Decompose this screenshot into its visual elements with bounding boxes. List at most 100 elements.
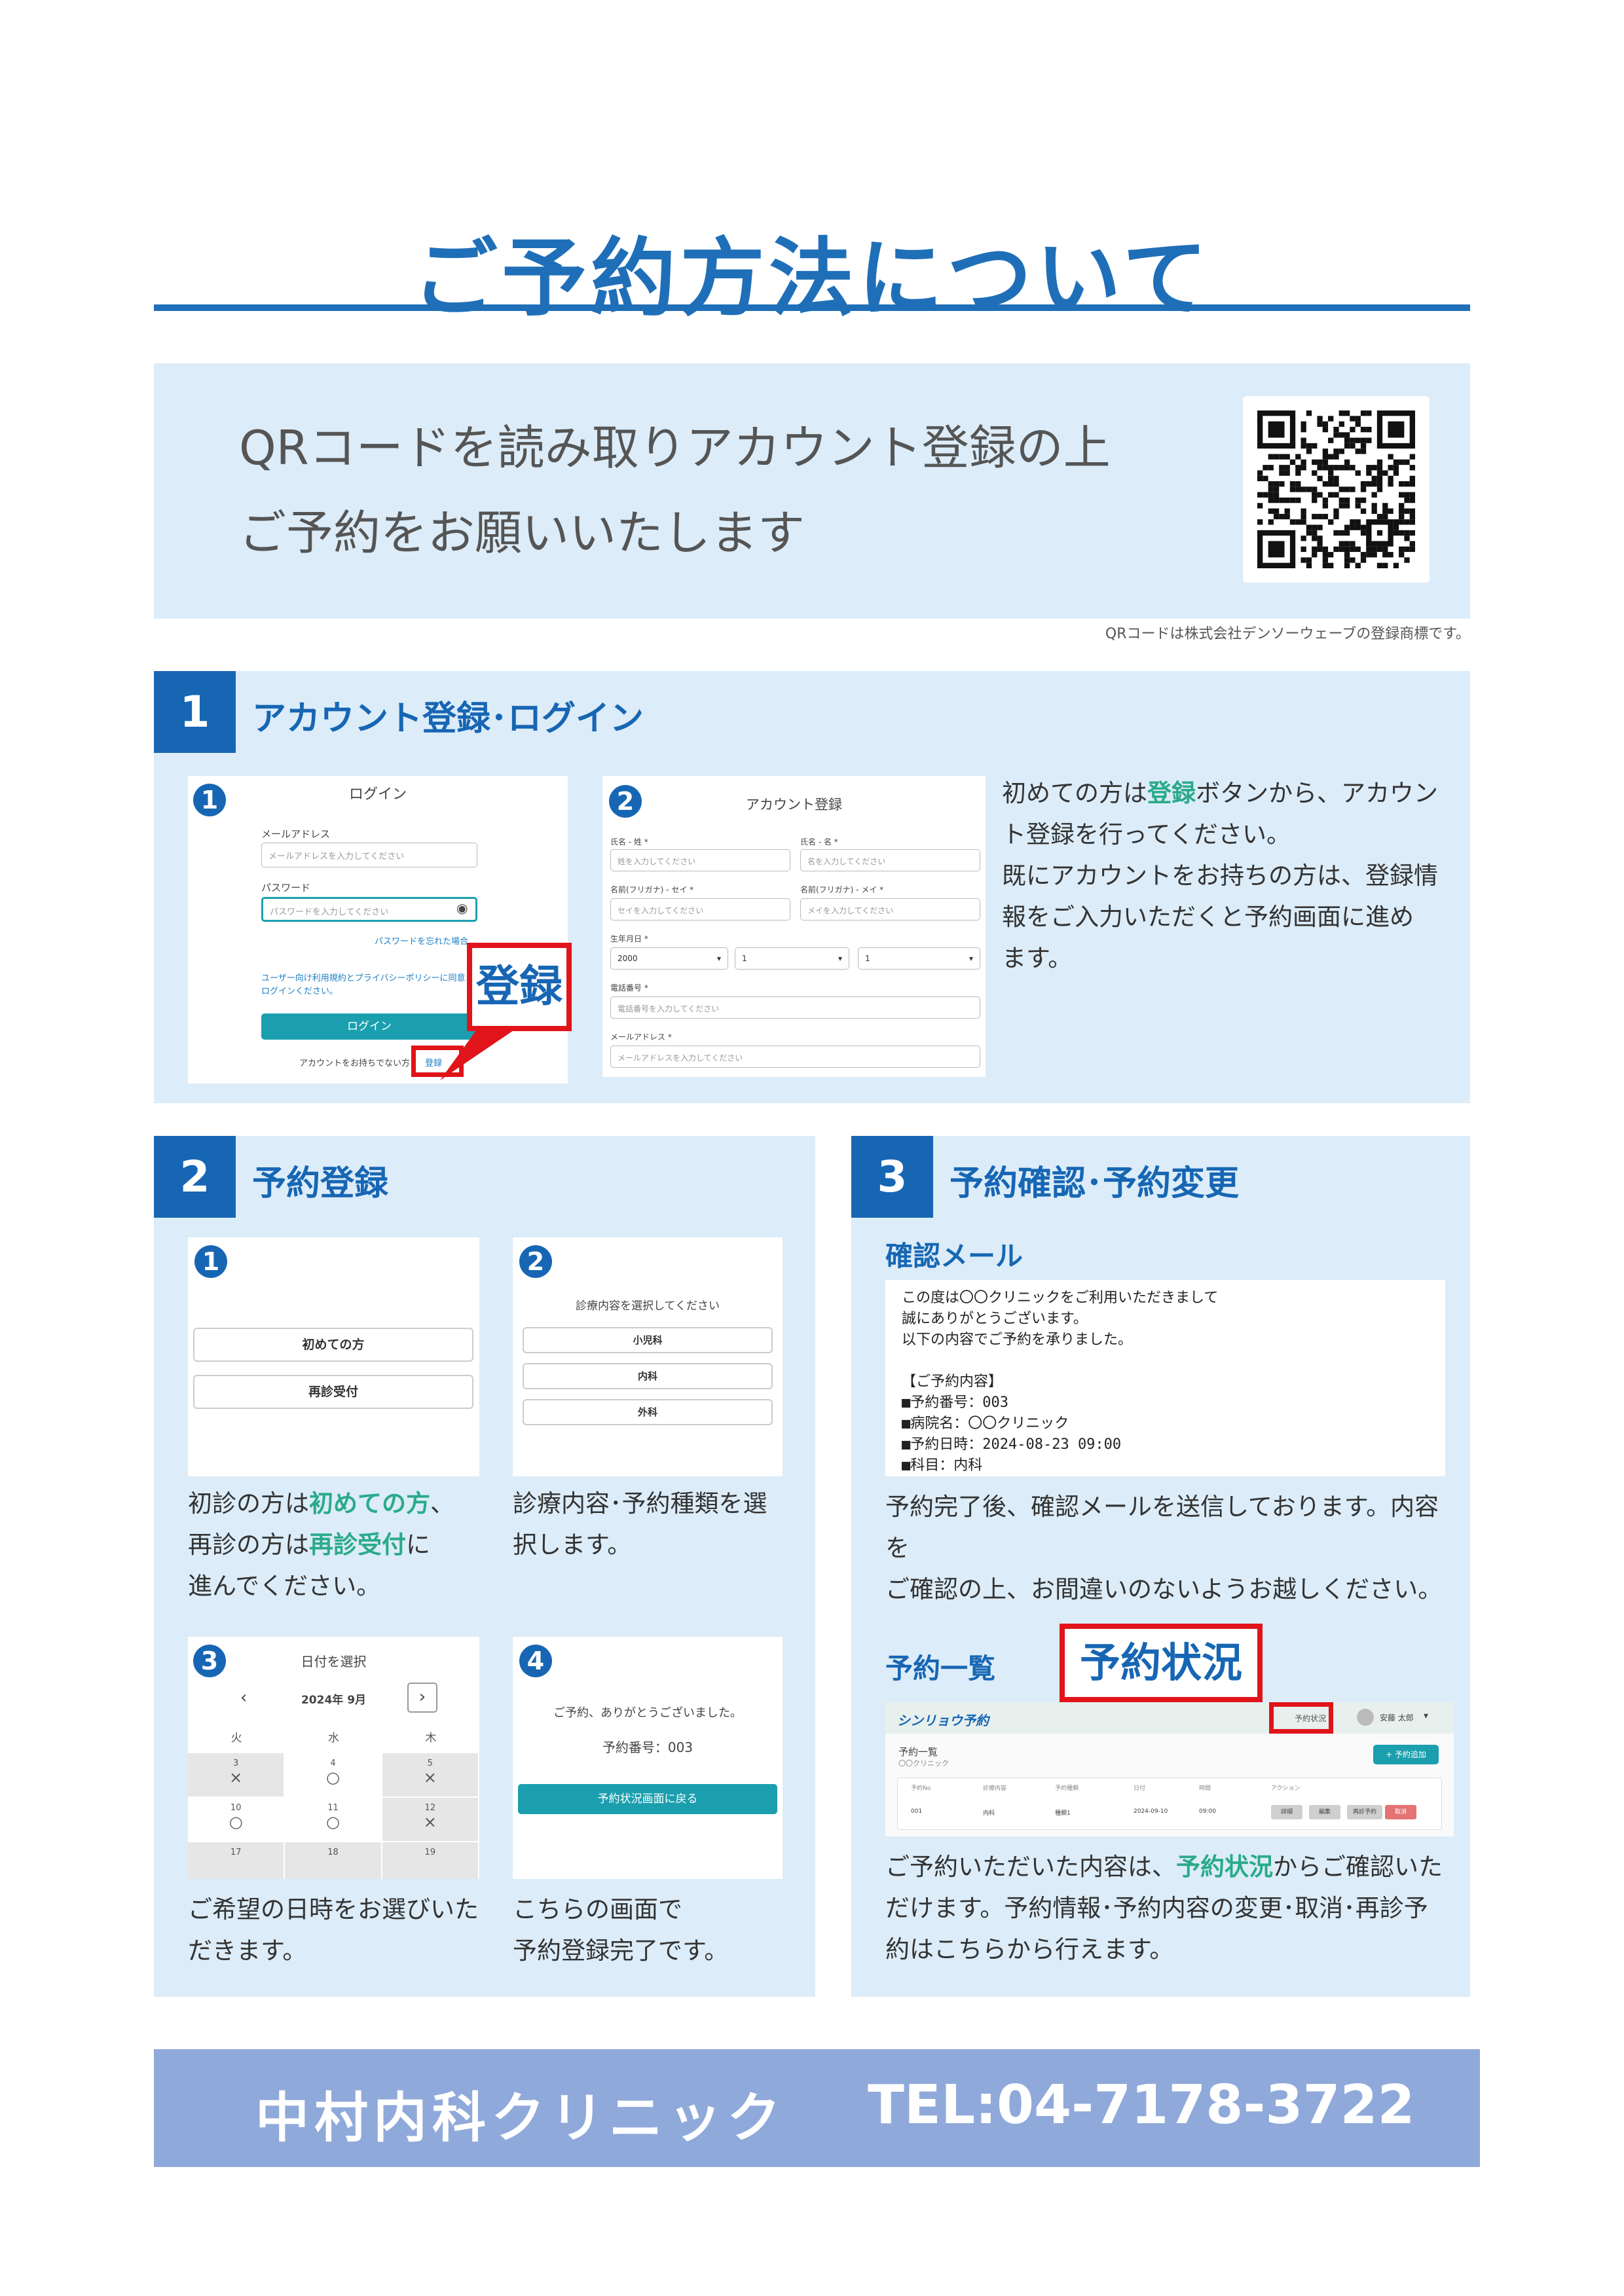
day-number: 11 xyxy=(327,1803,339,1813)
email-line: この度は〇〇クリニックをご利用いただきまして xyxy=(902,1290,1219,1306)
section-number: 2 xyxy=(154,1136,236,1218)
calendar-day[interactable]: 11 ○ xyxy=(285,1798,381,1841)
highlight: 初めての方 xyxy=(309,1489,430,1518)
calendar-day[interactable]: 12 × xyxy=(382,1798,478,1841)
day-number: 10 xyxy=(230,1803,242,1813)
qr-instruction-line2: ご予約をお願いいたします xyxy=(239,505,805,560)
calendar-day[interactable]: 17 xyxy=(188,1842,284,1879)
column-header: 時間 xyxy=(1199,1785,1211,1792)
text: 初診の方は xyxy=(188,1489,309,1518)
list-title: 予約一覧 xyxy=(898,1746,938,1758)
pediatrics-option[interactable]: 小児科 xyxy=(523,1327,773,1353)
text: に xyxy=(406,1531,430,1559)
step-marker: 2 xyxy=(519,1245,552,1278)
text-line: 再診の方は再診受付に xyxy=(188,1524,483,1565)
section-title: 予約確認･予約変更 xyxy=(950,1164,1240,1203)
step2-text: 診療内容･予約種類を選 択します。 xyxy=(513,1483,801,1565)
thanks-text: ご予約、ありがとうございました。 xyxy=(553,1706,742,1720)
text-line: ご確認の上、お間違いのないようお越しください。 xyxy=(885,1575,1443,1603)
weekday-label: 水 xyxy=(327,1732,339,1745)
email-line: 以下の内容でご予約を承りました。 xyxy=(902,1332,1133,1348)
status-callout: 予約状況 xyxy=(1060,1624,1263,1702)
qr-instruction-line1: QRコードを読み取りアカウント登録の上 xyxy=(239,420,1111,475)
row-action-button[interactable]: 再診予約 xyxy=(1347,1805,1382,1819)
text-line: 予約完了後、確認メールを送信しております。内容を xyxy=(885,1493,1439,1562)
day-number: 19 xyxy=(424,1848,436,1857)
calendar-day[interactable]: 10 ○ xyxy=(188,1798,284,1841)
desc-highlight: 登録 xyxy=(1147,779,1196,807)
qr-trademark-note: QRコードは株式会社デンソーウェーブの登録商標です。 xyxy=(1105,626,1470,642)
availability-mark: × xyxy=(423,1813,437,1831)
calendar-day[interactable]: 18 xyxy=(285,1842,381,1879)
email-line xyxy=(902,1351,1429,1372)
user-menu[interactable]: 安藤 太郎 xyxy=(1380,1712,1414,1723)
surgery-option[interactable]: 外科 xyxy=(523,1399,773,1425)
status-highlight xyxy=(1269,1702,1333,1734)
text: ご予約いただいた内容は、 xyxy=(885,1853,1176,1881)
column-header: 予約No xyxy=(911,1785,931,1792)
page-title: ご予約方法について xyxy=(412,228,1212,328)
desc-line: ト登録を行ってください。 xyxy=(1002,820,1291,848)
table-cell: 001 xyxy=(911,1808,923,1815)
column-header: 診療内容 xyxy=(983,1785,1007,1792)
availability-mark: ○ xyxy=(229,1813,243,1831)
row-action-button[interactable]: 取消 xyxy=(1385,1805,1416,1819)
text-line: だきます。 xyxy=(188,1937,307,1965)
telephone[interactable]: TEL:04-7178-3722 xyxy=(868,2074,1415,2136)
step-marker: 4 xyxy=(519,1645,552,1677)
desc-line: 既にアカウントをお持ちの方は、登録情 xyxy=(1002,862,1438,890)
step4-screenshot: 4 ご予約、ありがとうございました。 予約番号：003 予約状況画面に戻る xyxy=(513,1637,783,1879)
text-line: 初診の方は初めての方、 xyxy=(188,1483,483,1524)
list-description: ご予約いただいた内容は、予約状況からご確認いた だけます。予約情報･予約内容の変… xyxy=(885,1846,1462,1970)
text: 再診の方は xyxy=(188,1531,309,1559)
table-row[interactable]: 001 内科 種類1 2024-09-10 09:00 詳細 編集 再診予約 取消 xyxy=(898,1803,1443,1823)
back-to-status-button[interactable]: 予約状況画面に戻る xyxy=(518,1784,777,1814)
step4-text: こちらの画面で 予約登録完了です。 xyxy=(513,1889,801,1971)
calendar-day[interactable]: 19 xyxy=(382,1842,478,1879)
first-visit-button[interactable]: 初めての方 xyxy=(193,1328,473,1362)
reservation-number: 予約番号：003 xyxy=(602,1740,693,1755)
confirmation-email: この度は〇〇クリニックをご利用いただきまして 誠にありがとうございます。以下の内容… xyxy=(885,1280,1445,1476)
step3-screenshot: 3 日付を選択 ‹ 2024年 9月 › 火水木 3 × 4 ○ 5 × 10 ○ 11 ○ 12 × 1… xyxy=(188,1637,479,1879)
department-heading: 診療内容を選択してください xyxy=(576,1300,720,1313)
email-line: 【ご予約内容】 xyxy=(902,1374,1003,1390)
availability-mark: ○ xyxy=(326,1768,340,1787)
email-body: この度は〇〇クリニックをご利用いただきまして 誠にありがとうございます。以下の内容… xyxy=(902,1288,1429,1476)
return-visit-button[interactable]: 再診受付 xyxy=(193,1375,473,1409)
calendar-day[interactable]: 3 × xyxy=(188,1753,284,1796)
step-marker: 1 xyxy=(194,1245,227,1278)
section-number: 3 xyxy=(851,1136,933,1218)
highlight: 予約状況 xyxy=(1176,1853,1273,1881)
text-line: 約はこちらから行えます。 xyxy=(885,1935,1174,1963)
table-header: 予約No 診療内容 予約種類 日付 時間 アクション xyxy=(898,1783,1443,1795)
table-cell: 09:00 xyxy=(1199,1808,1216,1815)
register-highlight xyxy=(411,1046,464,1077)
date-heading: 日付を選択 xyxy=(301,1654,367,1669)
step3-text: ご希望の日時をお選びいた だきます。 xyxy=(188,1889,483,1971)
list-heading: 予約一覧 xyxy=(885,1652,996,1685)
column-header: 予約種類 xyxy=(1055,1785,1079,1792)
add-reservation-button[interactable]: + 予約追加 xyxy=(1373,1745,1439,1764)
weekday-label: 火 xyxy=(231,1732,242,1745)
column-header: 日付 xyxy=(1134,1785,1146,1792)
desc-line: ます。 xyxy=(1002,944,1073,972)
next-month-button[interactable]: › xyxy=(407,1683,437,1713)
calendar-day[interactable]: 4 ○ xyxy=(285,1753,381,1796)
email-line: ■予約番号：003 xyxy=(902,1394,1008,1411)
step1-text: 初診の方は初めての方、 再診の方は再診受付に 進んでください。 xyxy=(188,1483,483,1607)
qr-code-icon[interactable] xyxy=(1243,396,1430,583)
internal-medicine-option[interactable]: 内科 xyxy=(523,1363,773,1389)
reservation-table: 予約No 診療内容 予約種類 日付 時間 アクション 001 内科 種類1 2024-09-10… xyxy=(897,1777,1442,1830)
email-line: 誠にありがとうございます。 xyxy=(902,1311,1088,1327)
weekday-label: 木 xyxy=(425,1732,437,1745)
email-line: ■予約日時：2024-08-23 09:00 xyxy=(902,1436,1122,1453)
table-cell: 種類1 xyxy=(1055,1810,1071,1817)
row-action-button[interactable]: 編集 xyxy=(1309,1805,1340,1819)
table-cell: 内科 xyxy=(983,1810,995,1817)
row-action-button[interactable]: 詳細 xyxy=(1271,1805,1302,1819)
calendar-day[interactable]: 5 × xyxy=(382,1753,478,1796)
chevron-down-icon[interactable]: ▾ xyxy=(1424,1711,1428,1721)
text-line: 診療内容･予約種類を選 xyxy=(513,1489,767,1518)
desc-text: 初めての方は xyxy=(1002,779,1147,807)
avatar[interactable] xyxy=(1357,1709,1374,1726)
